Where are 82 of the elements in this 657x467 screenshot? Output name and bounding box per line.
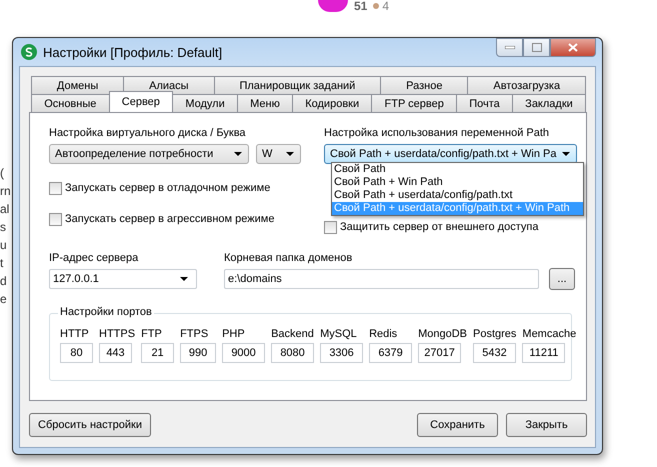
- background-text-fragment: rn: [0, 183, 12, 199]
- app-logo-icon: [21, 44, 37, 60]
- ip-address-dropdown[interactable]: 127.0.0.1: [49, 269, 197, 289]
- dropdown-option[interactable]: Свой Path: [332, 163, 583, 176]
- dropdown-option[interactable]: Свой Path + userdata/config/path.txt: [332, 189, 583, 202]
- close-icon: [568, 43, 578, 52]
- tab[interactable]: Домены: [31, 76, 124, 94]
- background-text-fragment: e: [0, 291, 8, 307]
- checkbox-label[interactable]: Защитить сервер от внешнего доступа: [340, 221, 538, 233]
- port-label: FTP: [141, 328, 162, 340]
- minimize-button[interactable]: [496, 38, 523, 57]
- port-label: FTPS: [180, 328, 208, 340]
- tab[interactable]: Разное: [380, 76, 468, 94]
- port-field[interactable]: 5432: [472, 343, 516, 363]
- port-label: HTTPS: [99, 328, 136, 340]
- drive-letter-dropdown[interactable]: W: [256, 144, 301, 164]
- tab[interactable]: Модули: [172, 94, 238, 112]
- port-label: Redis: [369, 328, 398, 340]
- port-field[interactable]: 3306: [320, 343, 364, 363]
- folder-path-field[interactable]: e:\domains: [224, 269, 539, 289]
- tab[interactable]: Планировщик заданий: [214, 76, 382, 94]
- port-label: MongoDB: [418, 328, 467, 340]
- port-field[interactable]: 11211: [522, 343, 566, 363]
- window-title: Настройки [Профиль: Default]: [43, 44, 224, 60]
- field-label: Корневая папка доменов: [224, 252, 354, 266]
- tab[interactable]: Автозагрузка: [467, 76, 586, 94]
- port-field[interactable]: 990: [180, 343, 216, 363]
- tab[interactable]: Алиасы: [123, 76, 215, 94]
- port-field[interactable]: 443: [99, 343, 132, 363]
- badge-count: 4: [382, 0, 390, 12]
- field-label: Настройка виртуального диска / Буква: [49, 127, 247, 141]
- tab[interactable]: Почта: [456, 94, 513, 112]
- port-field[interactable]: 9000: [222, 343, 266, 363]
- close-dialog-button[interactable]: Закрыть: [506, 413, 587, 437]
- background-text-fragment: s: [0, 219, 7, 235]
- checkbox[interactable]: [324, 220, 337, 234]
- background-text-fragment: d: [0, 273, 8, 289]
- dropdown-option[interactable]: Свой Path + Win Path: [332, 176, 583, 189]
- reset-settings-button[interactable]: Сбросить настройки: [29, 413, 152, 437]
- score-count: 51: [354, 0, 368, 12]
- caret-icon: [286, 152, 294, 156]
- tab[interactable]: Меню: [236, 94, 294, 112]
- caret-icon: [180, 277, 188, 281]
- caret-icon: [234, 152, 242, 156]
- checkbox-label[interactable]: Запускать сервер в отладочном режиме: [65, 182, 270, 194]
- tab[interactable]: Кодировки: [292, 94, 372, 112]
- port-field[interactable]: 8080: [271, 343, 314, 363]
- port-label: HTTP: [60, 328, 89, 340]
- port-label: Memcache: [522, 328, 576, 340]
- group-title: Настройки портов: [58, 306, 154, 318]
- port-field[interactable]: 21: [141, 343, 174, 363]
- port-field[interactable]: 27017: [418, 343, 462, 363]
- caret-icon: [562, 152, 570, 156]
- background-text-fragment: al: [0, 201, 10, 217]
- badge-dot-icon: [373, 3, 380, 9]
- tab[interactable]: Сервер: [108, 91, 174, 112]
- tab[interactable]: Основные: [31, 94, 110, 112]
- port-label: PHP: [222, 328, 245, 340]
- disk-mode-dropdown[interactable]: Автоопределение потребности: [49, 144, 249, 164]
- port-label: Backend: [271, 328, 314, 340]
- background-text-fragment: (: [0, 165, 5, 181]
- checkbox-label[interactable]: Запускать сервер в агрессивном режиме: [65, 213, 274, 225]
- port-field[interactable]: 80: [60, 343, 93, 363]
- tab[interactable]: Закладки: [512, 94, 586, 112]
- avatar-placeholder: [318, 0, 348, 12]
- background-text-fragment: u: [0, 237, 8, 253]
- port-label: Postgres: [472, 328, 516, 340]
- maximize-icon: [532, 43, 542, 52]
- field-label: IP-адрес сервера: [49, 252, 140, 266]
- checkbox[interactable]: [49, 182, 62, 194]
- close-button[interactable]: [550, 38, 596, 57]
- checkbox[interactable]: [49, 212, 62, 226]
- browse-button[interactable]: ...: [549, 268, 575, 290]
- tab[interactable]: FTP сервер: [371, 94, 458, 112]
- path-dropdown[interactable]: Свой Path + userdata/config/path.txt + Win Pa: [324, 144, 577, 164]
- maximize-button[interactable]: [523, 38, 550, 57]
- minimize-icon: [504, 46, 514, 49]
- save-button[interactable]: Сохранить: [417, 413, 498, 437]
- background-text-fragment: t: [0, 255, 4, 271]
- port-field[interactable]: 6379: [369, 343, 412, 363]
- field-label: Настройка использования переменной Path: [324, 127, 550, 141]
- port-label: MySQL: [320, 328, 357, 340]
